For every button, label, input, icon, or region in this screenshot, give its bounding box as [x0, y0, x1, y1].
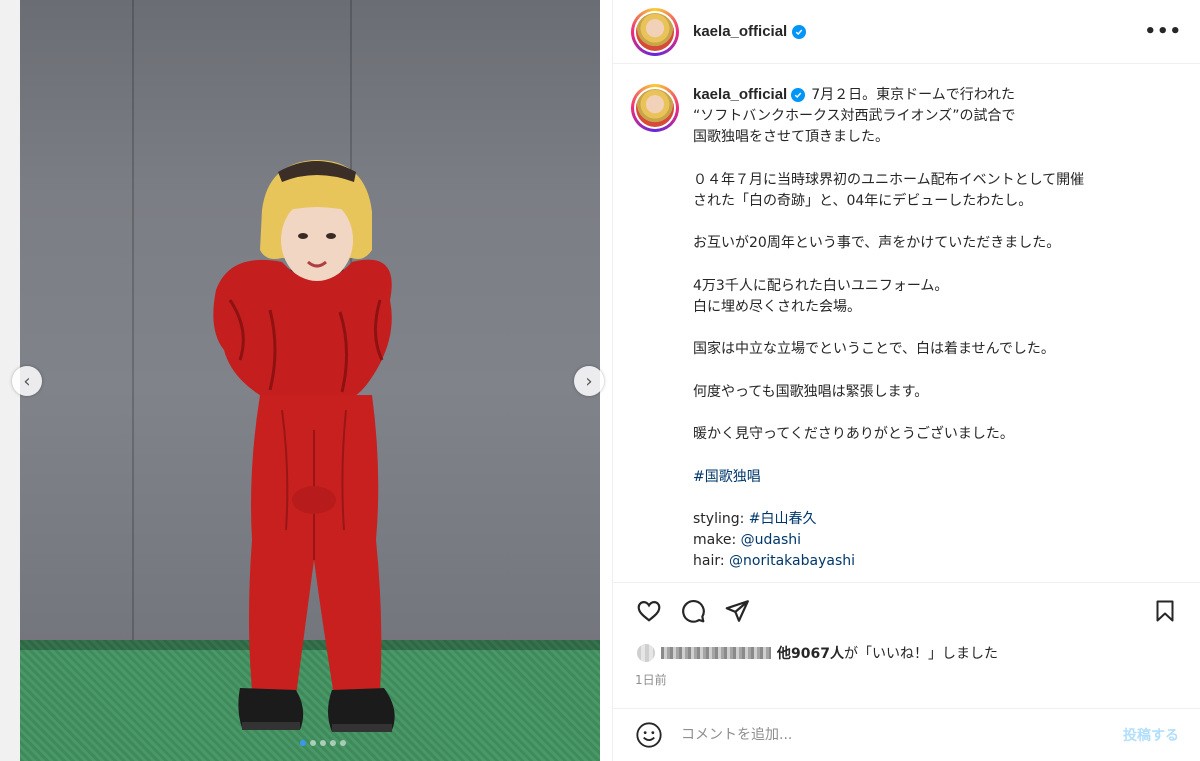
carousel-dot[interactable]	[320, 740, 326, 746]
post-media: ‹ ›	[0, 0, 612, 761]
caption-line: 国歌独唱をさせて頂きました。	[693, 129, 889, 146]
more-options-icon[interactable]: •••	[1144, 21, 1182, 42]
likes-summary[interactable]: 他9067人 が「いいね！」しました	[613, 639, 1200, 667]
caption-line	[693, 255, 1173, 276]
liker-name-blurred	[661, 647, 771, 659]
post-photo[interactable]	[20, 0, 600, 761]
styling-label: styling:	[693, 510, 749, 527]
hair-label: hair:	[693, 553, 730, 570]
caption-line	[693, 488, 1173, 509]
caption-line: 暖かく見守ってくださりありがとうございました。	[693, 426, 1014, 443]
hair-link[interactable]: @noritakabayashi	[729, 553, 855, 569]
make-link[interactable]: @udashi	[741, 532, 801, 548]
carousel-dots	[300, 740, 346, 746]
caption-line-text: 7月２日。東京ドームで行われた	[811, 87, 1016, 103]
carousel-dot[interactable]	[310, 740, 316, 746]
heart-icon	[637, 601, 661, 622]
carousel-dot[interactable]	[300, 740, 306, 746]
hashtag-link[interactable]: #国歌独唱	[693, 469, 761, 485]
chevron-right-icon: ›	[585, 370, 593, 392]
comment-icon	[682, 600, 705, 623]
caption-line: 何度やっても国歌独唱は緊張します。	[693, 383, 929, 400]
liker-avatar	[635, 642, 657, 664]
caption-line	[693, 361, 1173, 382]
caption-line: ０４年７月に当時球界初のユニホーム配布イベントとして開催	[693, 171, 1085, 188]
likes-suffix: が「いいね！」しました	[843, 646, 998, 662]
carousel-next-button[interactable]: ›	[574, 366, 604, 396]
caption-text: kaela_official 7月２日。東京ドームで行われた “ソフトバンクホーク…	[693, 84, 1173, 573]
verified-badge-icon	[792, 24, 807, 39]
caption-line	[693, 149, 1173, 170]
caption-line	[693, 212, 1173, 233]
emoji-icon[interactable]	[635, 721, 663, 749]
caption-line	[693, 445, 1173, 466]
caption-area: kaela_official 7月２日。東京ドームで行われた “ソフトバンクホーク…	[613, 64, 1200, 582]
caption-line: styling: #白山春久	[693, 509, 1173, 530]
comment-button[interactable]	[671, 589, 715, 633]
actions-section: 他9067人 が「いいね！」しました 1日前	[613, 582, 1200, 688]
post-header: kaela_official •••	[613, 0, 1200, 64]
post-details-panel: kaela_official ••• kaela_official 7月２日。東京…	[612, 0, 1200, 761]
avatar-image	[636, 12, 674, 51]
caption-line: 国家は中立な立場でということで、白は着ませんでした。	[693, 341, 1055, 358]
caption-avatar[interactable]	[631, 84, 679, 132]
action-buttons	[613, 583, 1200, 639]
caption-line	[693, 318, 1173, 339]
likes-count[interactable]: 他9067人	[777, 643, 844, 663]
caption-line: された「白の奇跡」と、04年にデビューしたわたし。	[693, 193, 1033, 209]
share-icon	[725, 600, 749, 622]
make-label: make:	[693, 532, 741, 549]
post-comment-button[interactable]: 投稿する	[1123, 725, 1179, 745]
carousel-prev-button[interactable]: ‹	[12, 366, 42, 396]
verified-badge-icon	[791, 88, 806, 102]
carousel-dot[interactable]	[340, 740, 346, 746]
like-button[interactable]	[627, 589, 671, 633]
caption-line: 4万3千人に配られた白いユニフォーム。	[693, 277, 949, 294]
avatar-image	[636, 89, 674, 127]
chevron-left-icon: ‹	[23, 370, 31, 392]
caption-line: 白に埋め尽くされた会場。	[693, 298, 861, 315]
caption-line: “ソフトバンクホークス対西武ライオンズ”の試合で	[693, 108, 1016, 125]
caption-line: kaela_official 7月２日。東京ドームで行われた	[693, 84, 1173, 106]
comment-input[interactable]	[681, 727, 1123, 743]
carousel-dot[interactable]	[330, 740, 336, 746]
caption-line: make: @udashi	[693, 530, 1173, 551]
comment-composer: 投稿する	[613, 708, 1200, 761]
header-username[interactable]: kaela_official	[693, 23, 787, 40]
avatar[interactable]	[631, 7, 679, 56]
post-time[interactable]: 1日前	[613, 667, 1200, 688]
caption-line	[693, 403, 1173, 424]
bookmark-icon	[1156, 600, 1174, 622]
person-figure	[213, 160, 395, 732]
save-button[interactable]	[1143, 589, 1187, 633]
caption-line: #国歌独唱	[693, 467, 1173, 488]
styling-link[interactable]: #白山春久	[749, 511, 817, 527]
share-button[interactable]	[715, 589, 759, 633]
caption-line: hair: @noritakabayashi	[693, 551, 1173, 572]
caption-line: お互いが20周年という事で、声をかけていただきました。	[693, 235, 1061, 252]
caption-username[interactable]: kaela_official	[693, 86, 787, 103]
